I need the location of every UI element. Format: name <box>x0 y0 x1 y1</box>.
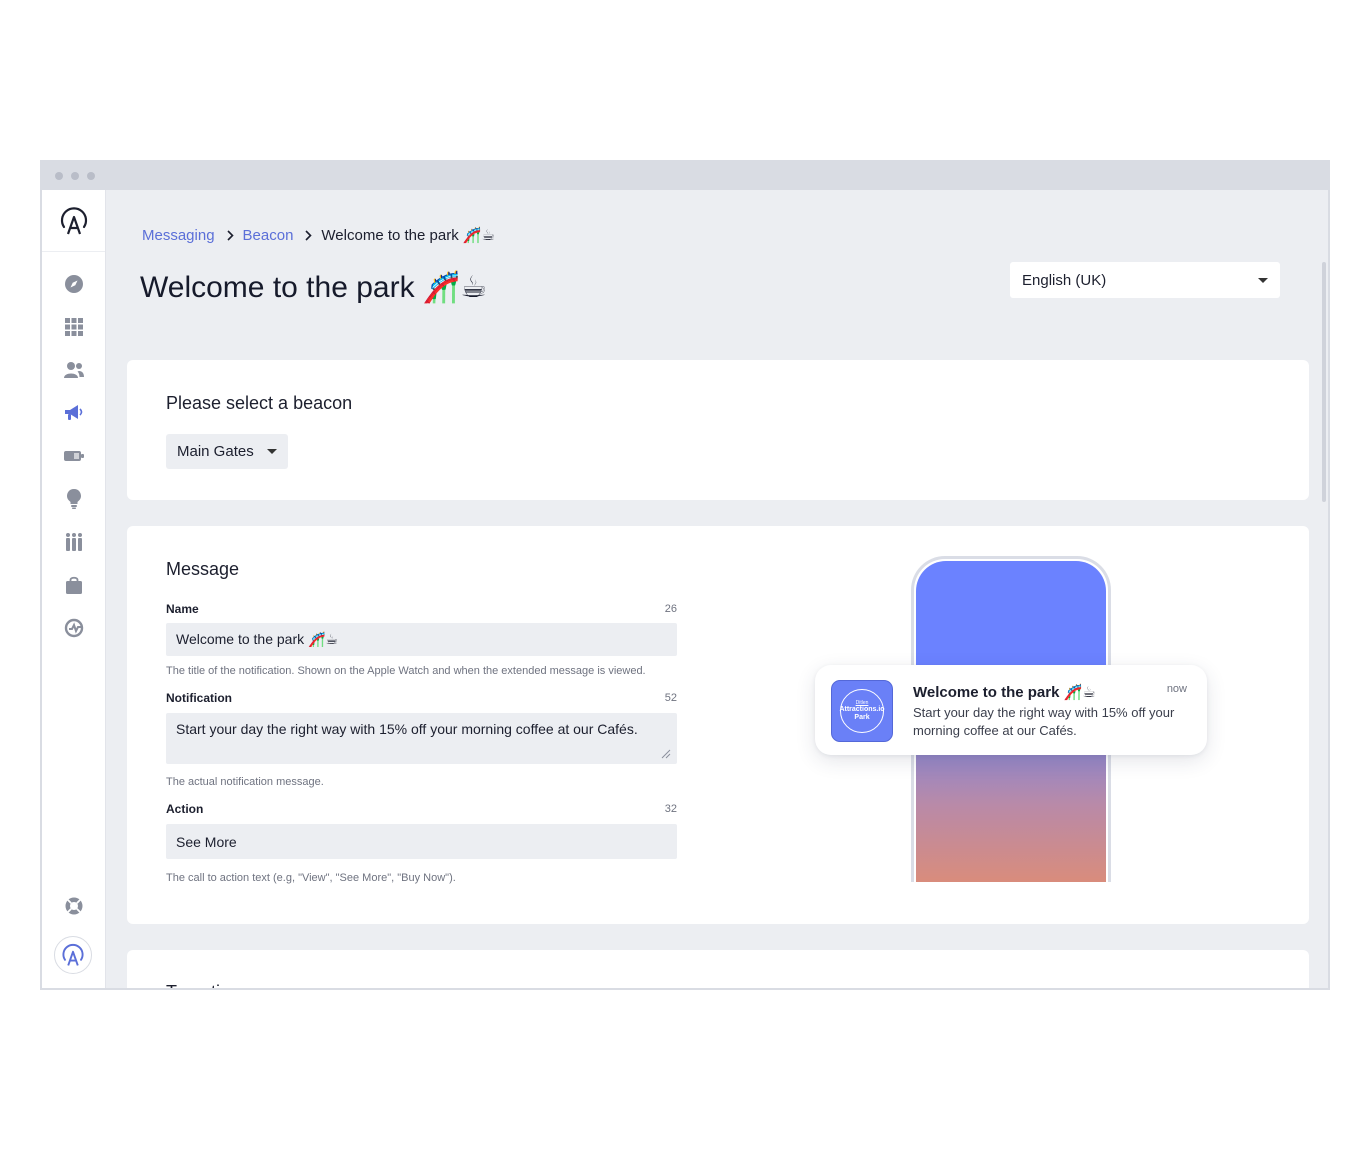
app-icon-badge: Ditlen Attractions.io Park <box>839 689 885 733</box>
window-titlebar <box>42 162 1328 190</box>
notification-help-text: The actual notification message. <box>166 776 324 788</box>
notification-char-count: 52 <box>664 692 677 704</box>
action-input-value: See More <box>176 833 237 850</box>
action-help-text: The call to action text (e.g, "View", "S… <box>166 872 456 884</box>
help-lifebuoy-icon[interactable] <box>62 894 86 918</box>
beacon-heading: Please select a beacon <box>166 393 353 413</box>
window-dot <box>55 172 63 180</box>
targeting-card: Targeting <box>127 950 1309 988</box>
breadcrumb: Messaging Beacon Welcome to the park 🎢☕ <box>142 226 495 245</box>
action-input[interactable]: See More <box>166 824 677 859</box>
beacon-card: Please select a beacon Main Gates <box>127 360 1309 500</box>
message-card: Message Name 26 Welcome to the park 🎢☕ T… <box>127 526 1309 924</box>
targeting-heading: Targeting <box>166 982 240 988</box>
notification-label: Notification <box>166 691 232 705</box>
chevron-right-icon <box>305 229 313 241</box>
name-input-value: Welcome to the park 🎢☕ <box>176 631 339 647</box>
users-icon[interactable] <box>62 358 86 382</box>
language-select[interactable]: English (UK) <box>1010 262 1280 298</box>
breadcrumb-current: Welcome to the park 🎢☕ <box>321 227 495 244</box>
caret-down-icon <box>267 449 277 454</box>
app-icon: Ditlen Attractions.io Park <box>831 680 893 742</box>
scrollbar[interactable] <box>1322 262 1326 502</box>
action-label: Action <box>166 802 204 816</box>
main-content: Messaging Beacon Welcome to the park 🎢☕ … <box>106 190 1328 988</box>
window-dot <box>71 172 79 180</box>
window-dot <box>87 172 95 180</box>
queue-icon[interactable] <box>62 530 86 554</box>
notification-preview-time: now <box>1166 683 1187 695</box>
shopping-bag-icon[interactable] <box>62 573 86 597</box>
breadcrumb-messaging[interactable]: Messaging <box>142 227 215 244</box>
resize-handle-icon[interactable] <box>661 749 671 759</box>
app-window: Messaging Beacon Welcome to the park 🎢☕ … <box>40 160 1330 990</box>
notification-textarea[interactable]: Start your day the right way with 15% of… <box>166 713 677 764</box>
megaphone-icon[interactable] <box>62 401 86 425</box>
notification-preview-body: Start your day the right way with 15% of… <box>913 705 1175 738</box>
caret-down-icon <box>1258 277 1268 283</box>
name-help-text: The title of the notification. Shown on … <box>166 665 646 677</box>
message-heading: Message <box>166 559 240 579</box>
action-char-count: 32 <box>664 803 677 815</box>
sidebar <box>42 190 106 988</box>
analytics-icon[interactable] <box>62 616 86 640</box>
breadcrumb-beacon[interactable]: Beacon <box>243 227 294 244</box>
grid-icon[interactable] <box>62 315 86 339</box>
language-select-value: English (UK) <box>1022 271 1107 289</box>
notification-preview-title: Welcome to the park 🎢☕ <box>913 684 1096 701</box>
account-avatar-icon[interactable] <box>54 936 92 974</box>
lightbulb-icon[interactable] <box>62 487 86 511</box>
logo-icon[interactable] <box>42 190 105 252</box>
notification-preview: Ditlen Attractions.io Park Welcome to th… <box>815 665 1207 755</box>
name-label: Name <box>166 602 199 616</box>
notification-textarea-value: Start your day the right way with 15% of… <box>176 721 638 737</box>
beacon-select-value: Main Gates <box>177 443 254 460</box>
app-icon-text: Attractions.io Park <box>839 706 885 721</box>
beacon-select[interactable]: Main Gates <box>166 434 288 469</box>
compass-icon[interactable] <box>62 272 86 296</box>
page-title: Welcome to the park 🎢☕ <box>140 271 488 304</box>
chevron-right-icon <box>226 229 234 241</box>
beacon-device-icon[interactable] <box>62 444 86 468</box>
name-input[interactable]: Welcome to the park 🎢☕ <box>166 623 677 656</box>
name-char-count: 26 <box>664 603 677 615</box>
